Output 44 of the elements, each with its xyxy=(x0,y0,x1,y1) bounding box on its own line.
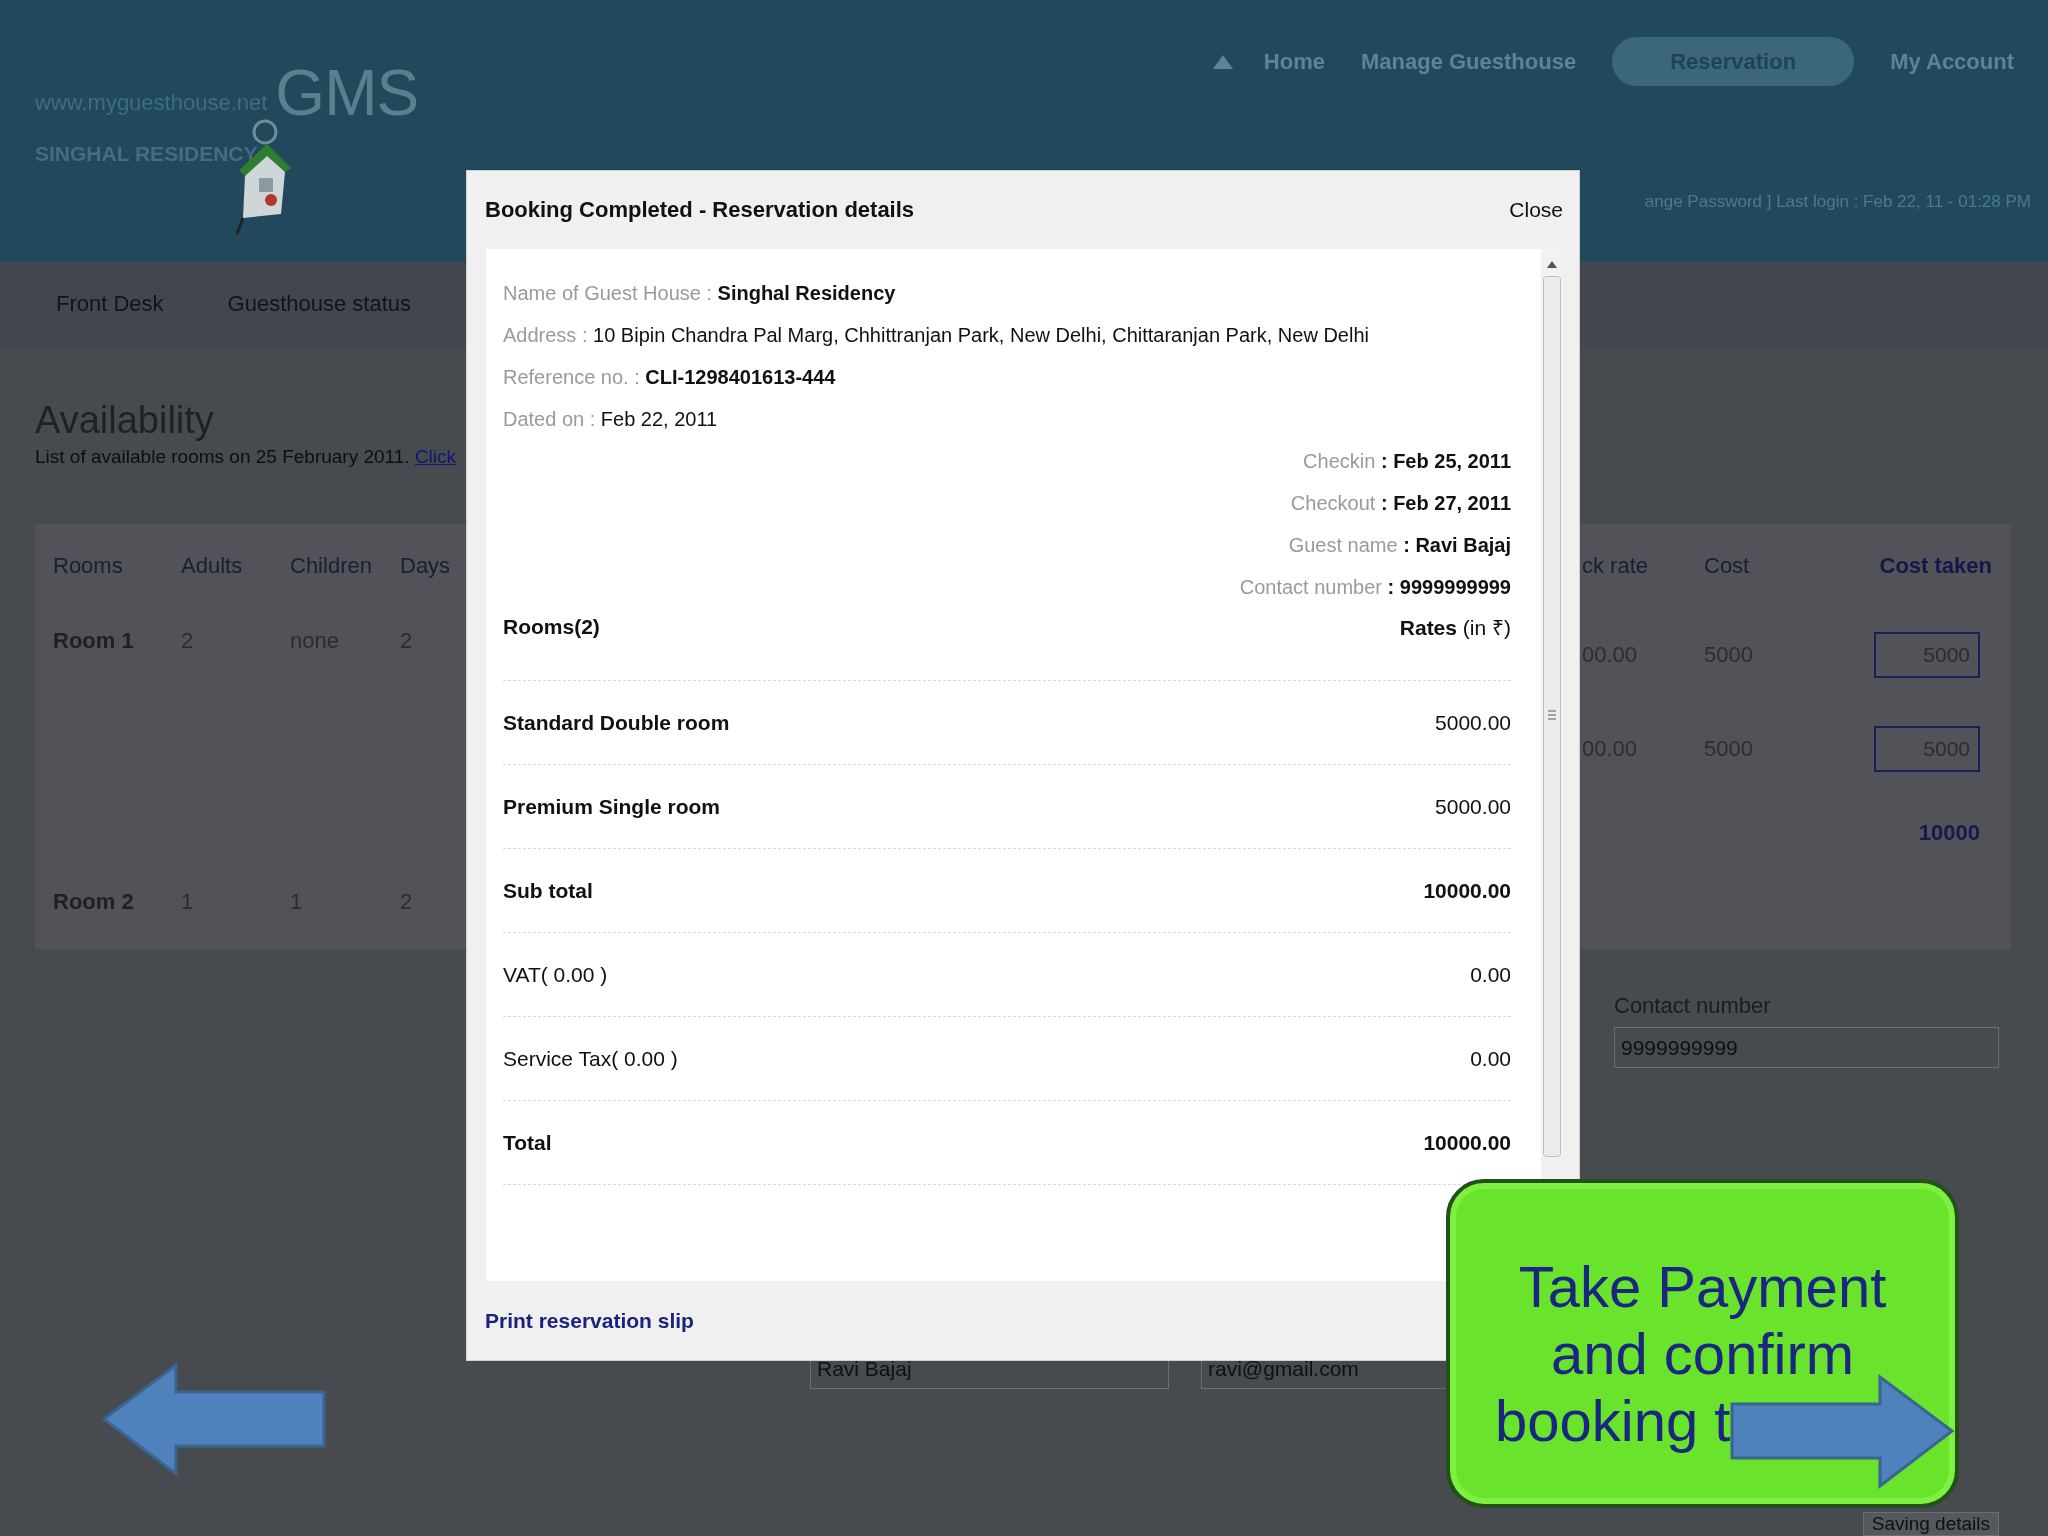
detail-line: Checkout : Feb 27, 2011 xyxy=(1289,491,1511,516)
nav-link[interactable]: Home xyxy=(1245,37,1343,86)
column-header: Rooms xyxy=(52,552,124,580)
column-header: Cost taken xyxy=(1878,552,1993,580)
print-link[interactable]: Print reservation slip xyxy=(485,1308,694,1333)
total-cost: 10000 xyxy=(1917,818,1981,847)
detail-line: Contact number : 9999999999 xyxy=(1238,575,1511,600)
line-label: Premium Single room xyxy=(503,794,721,819)
callout-text-line: booking t xyxy=(1495,1387,1731,1454)
save-button[interactable]: Saving details xyxy=(1862,1512,1999,1536)
line-amount: 0.00 xyxy=(1470,962,1511,987)
line-amount: 10000.00 xyxy=(1423,878,1511,903)
detail-line: Checkin : Feb 25, 2011 xyxy=(1302,449,1511,474)
line-label: Service Tax( 0.00 ) xyxy=(503,1046,678,1071)
nav-link[interactable]: Manage Guesthouse xyxy=(1343,37,1595,86)
column-header: Days xyxy=(399,552,452,580)
detail-line: Name of Guest House : Singhal Residency xyxy=(503,281,897,306)
line-label: Sub total xyxy=(503,878,593,903)
detail-line: Address : 10 Bipin Chandra Pal Marg, Chhittranjan Park, New Delhi, Chittaranjan Park, New Delhi xyxy=(503,323,1370,348)
column-header: Children xyxy=(289,552,373,580)
line-label: VAT( 0.00 ) xyxy=(503,962,608,987)
contact-field[interactable]: 9999999999 xyxy=(1614,1027,1999,1068)
line-label: Total xyxy=(503,1130,552,1155)
close-button[interactable]: Close xyxy=(1509,198,1563,222)
detail-line: Reference no. : CLI-1298401613-444 xyxy=(503,365,837,390)
rooms-heading: Rooms(2) xyxy=(503,615,600,639)
line-amount: 5000.00 xyxy=(1435,794,1511,819)
right-arrow-icon[interactable] xyxy=(1730,1374,1956,1490)
callout-text-line: Take Payment xyxy=(1518,1253,1887,1320)
nav-link[interactable]: My Account xyxy=(1872,37,2032,86)
up-triangle-icon[interactable] xyxy=(1211,53,1234,70)
line-amount: 10000.00 xyxy=(1423,1130,1511,1155)
line-amount: 5000.00 xyxy=(1435,710,1511,735)
column-header: ck rate xyxy=(1581,552,1650,580)
line-amount: 0.00 xyxy=(1470,1046,1511,1071)
left-arrow-icon[interactable] xyxy=(102,1362,328,1478)
line-label: Standard Double room xyxy=(503,710,730,735)
detail-line: Guest name : Ravi Bajaj xyxy=(1287,533,1511,558)
rates-heading: Rates (in ₹) xyxy=(1399,615,1511,641)
dialog-title: Booking Completed - Reservation details xyxy=(485,197,915,223)
column-header: Cost xyxy=(1703,552,1751,580)
detail-line: Dated on : Feb 22, 2011 xyxy=(503,407,719,432)
callout-text-line: and confirm xyxy=(1551,1320,1854,1387)
column-header: Adults xyxy=(180,552,244,580)
